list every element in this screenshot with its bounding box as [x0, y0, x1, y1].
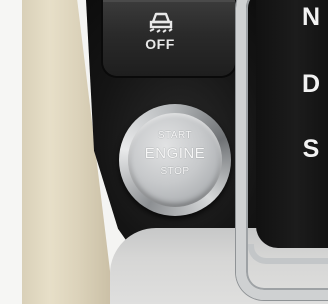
background-edge: [0, 0, 22, 304]
hill-descent-car-icon: [149, 12, 173, 33]
gear-shifter-chrome-bezel-lower: [248, 244, 328, 264]
gear-n: N: [301, 3, 321, 31]
engine-label: ENGINE: [144, 145, 206, 162]
gear-s: S: [302, 135, 320, 163]
car-center-console-photo: OFF START ENGINE STOP N D S: [0, 0, 328, 304]
start-label: START: [157, 130, 193, 141]
hdc-off-label: OFF: [145, 36, 175, 52]
gear-d: D: [301, 70, 321, 98]
stop-label: STOP: [160, 166, 190, 177]
